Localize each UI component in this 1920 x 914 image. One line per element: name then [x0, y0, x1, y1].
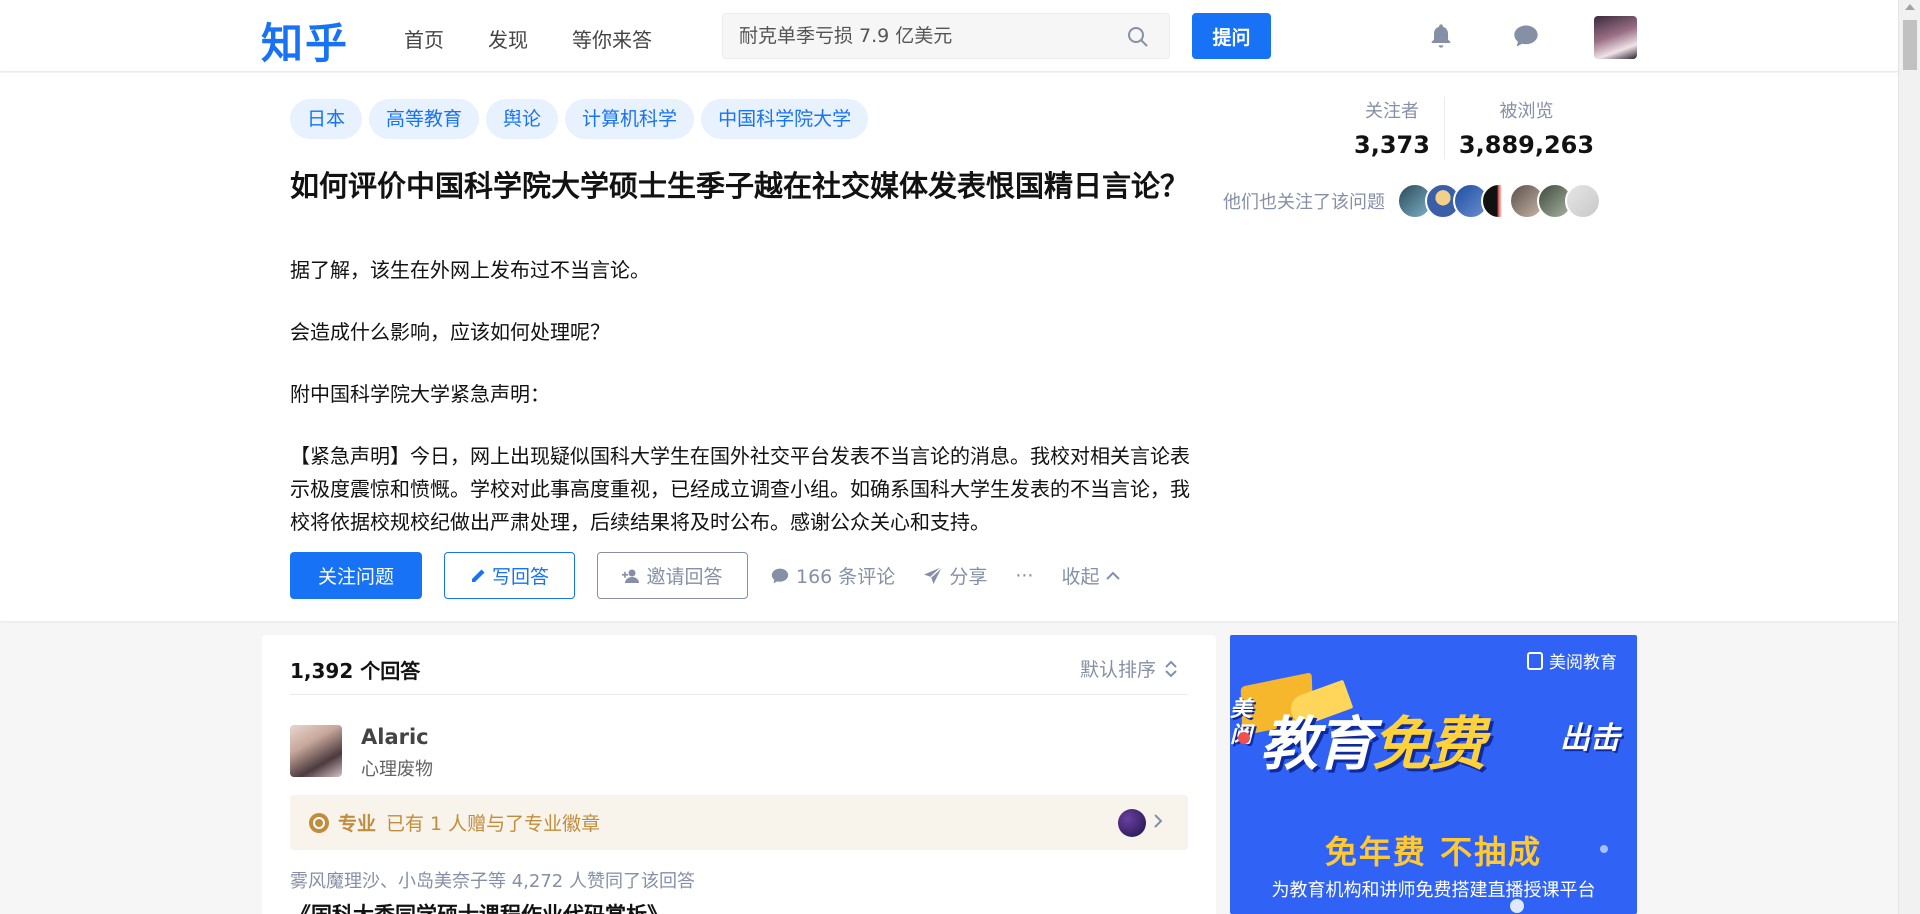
views-count: 3,889,263 [1458, 131, 1595, 159]
question-header: 日本 高等教育 舆论 计算机科学 中国科学院大学 如何评价中国科学院大学硕士生季… [0, 73, 1898, 621]
collapse-button[interactable]: 收起 [1061, 562, 1121, 589]
followers-count: 3,373 [1354, 131, 1430, 159]
ad-headline-end: 出击 [1560, 721, 1620, 756]
also-followed-label: 他们也关注了该问题 [1223, 192, 1385, 213]
decor-dot [1238, 732, 1250, 744]
user-avatar[interactable] [1594, 16, 1637, 59]
badge-giver-avatar [1118, 809, 1146, 837]
search-input[interactable] [723, 14, 1103, 58]
topic-tag[interactable]: 中国科学院大学 [701, 99, 869, 139]
sort-label: 默认排序 [1079, 659, 1156, 681]
ad-headline-free: 免费 [1372, 710, 1486, 778]
chevron-right-icon [1154, 814, 1163, 828]
ad-brand-name: 美阅教育 [1549, 653, 1617, 673]
views-label: 被浏览 [1499, 101, 1554, 122]
share-label: 分享 [949, 566, 988, 588]
ad-brand: 美阅教育 [1527, 648, 1617, 673]
comments-count: 166 条评论 [796, 566, 896, 588]
answers-list: 1,392 个回答 默认排序 Alaric 心理废物 专业 已有 1 人赠与了专… [262, 635, 1216, 914]
author-name[interactable]: Alaric [361, 725, 433, 749]
collapse-label: 收起 [1061, 566, 1100, 588]
nav-discover[interactable]: 发现 [488, 24, 528, 53]
ask-question-button[interactable]: 提问 [1192, 13, 1271, 59]
topic-tags: 日本 高等教育 舆论 计算机科学 中国科学院大学 [290, 99, 875, 139]
nav-waiting-answers[interactable]: 等你来答 [572, 24, 652, 53]
question-paragraph: 【紧急声明】今日，网上出现疑似国科大学生在国外社交平台发表不当言论的消息。我校对… [290, 444, 1190, 534]
question-paragraph: 附中国科学院大学紧急声明： [290, 382, 550, 406]
also-followed-section: 他们也关注了该问题 [1223, 183, 1601, 219]
share-button[interactable]: 分享 [923, 562, 987, 589]
answers-count: 1,392 个回答 [290, 659, 421, 683]
notification-bell-icon[interactable] [1427, 22, 1455, 54]
sort-chevrons-icon [1165, 660, 1177, 677]
answer-content-title: 《国科大季同学硕士课程作业代码赏析》 [290, 899, 668, 914]
answers-header: 1,392 个回答 默认排序 [290, 655, 1188, 695]
comment-icon [771, 568, 789, 583]
badge-icon [309, 812, 329, 833]
question-title: 如何评价中国科学院大学硕士生季子越在社交媒体发表恨国精日言论？ [290, 169, 1190, 203]
question-stats: 关注者 3,373 被浏览 3,889,263 [1340, 97, 1608, 159]
badge-text: 已有 1 人赠与了专业徽章 [386, 813, 601, 835]
zhihu-logo[interactable]: 知乎 [261, 10, 349, 71]
author-avatar[interactable] [290, 725, 342, 777]
add-user-icon [622, 569, 640, 583]
meiyue-logo-icon [1527, 651, 1543, 670]
topic-tag[interactable]: 日本 [290, 99, 363, 139]
follow-question-button[interactable]: 关注问题 [290, 552, 422, 599]
pencil-icon [471, 569, 485, 582]
author-bio: 心理废物 [361, 759, 433, 780]
answer-voters[interactable]: 雾风魔理沙、小岛美奈子等 4,272 人赞同了该回答 [290, 867, 695, 893]
advertisement-banner[interactable]: 美阅教育 美阅 教育免费 出击 免年费 不抽成 为教育机构和讲师免费搭建直播授课… [1230, 635, 1637, 914]
share-icon [924, 565, 943, 584]
author-info: Alaric 心理废物 [361, 725, 433, 781]
topic-tag[interactable]: 舆论 [486, 99, 559, 139]
ad-headline-part: 教育 [1260, 710, 1374, 778]
avatar[interactable] [1565, 183, 1601, 219]
views-stat: 被浏览 3,889,263 [1443, 97, 1608, 159]
follower-avatars [1397, 183, 1601, 219]
question-actions: 关注问题 写回答 邀请回答 166 条评论 分享 ··· 收起 [290, 552, 1149, 599]
question-paragraph: 会造成什么影响，应该如何处理呢？ [290, 320, 610, 344]
scroll-up-arrow-icon[interactable] [1905, 4, 1915, 10]
main-nav: 首页 发现 等你来答 [404, 24, 696, 53]
answer-author: Alaric 心理废物 [290, 725, 433, 781]
topic-tag[interactable]: 计算机科学 [565, 99, 695, 139]
sort-dropdown[interactable]: 默认排序 [1080, 655, 1178, 682]
followers-label: 关注者 [1364, 101, 1419, 122]
search-box [722, 13, 1170, 59]
question-paragraph: 据了解，该生在外网上发布过不当言论。 [290, 258, 650, 282]
badge-label: 专业 [338, 813, 377, 835]
invite-answer-label: 邀请回答 [646, 566, 723, 588]
nav-home[interactable]: 首页 [404, 24, 444, 53]
decor-dot [1510, 899, 1524, 913]
ad-tagline: 为教育机构和讲师免费搭建直播授课平台 [1271, 880, 1596, 901]
more-options-button[interactable]: ··· [1015, 565, 1033, 587]
followers-stat[interactable]: 关注者 3,373 [1340, 97, 1444, 159]
write-answer-label: 写回答 [491, 566, 549, 588]
page-scrollbar[interactable] [1898, 0, 1920, 914]
professional-badge-bar[interactable]: 专业 已有 1 人赠与了专业徽章 [290, 795, 1188, 850]
search-icon[interactable] [1127, 26, 1149, 52]
ad-headline: 教育免费 [1260, 697, 1486, 781]
question-description: 据了解，该生在外网上发布过不当言论。 会造成什么影响，应该如何处理呢？ 附中国科… [290, 254, 1200, 539]
scrollbar-thumb[interactable] [1903, 20, 1917, 70]
write-answer-button[interactable]: 写回答 [444, 552, 575, 599]
invite-answer-button[interactable]: 邀请回答 [597, 552, 748, 599]
decor-dot [1600, 845, 1608, 853]
ad-subheadline: 免年费 不抽成 [1324, 833, 1543, 871]
messages-icon[interactable] [1512, 23, 1540, 53]
topic-tag[interactable]: 高等教育 [369, 99, 480, 139]
chevron-up-icon [1106, 571, 1121, 580]
top-navbar: 知乎 首页 发现 等你来答 提问 [0, 0, 1898, 72]
comments-button[interactable]: 166 条评论 [770, 562, 895, 589]
